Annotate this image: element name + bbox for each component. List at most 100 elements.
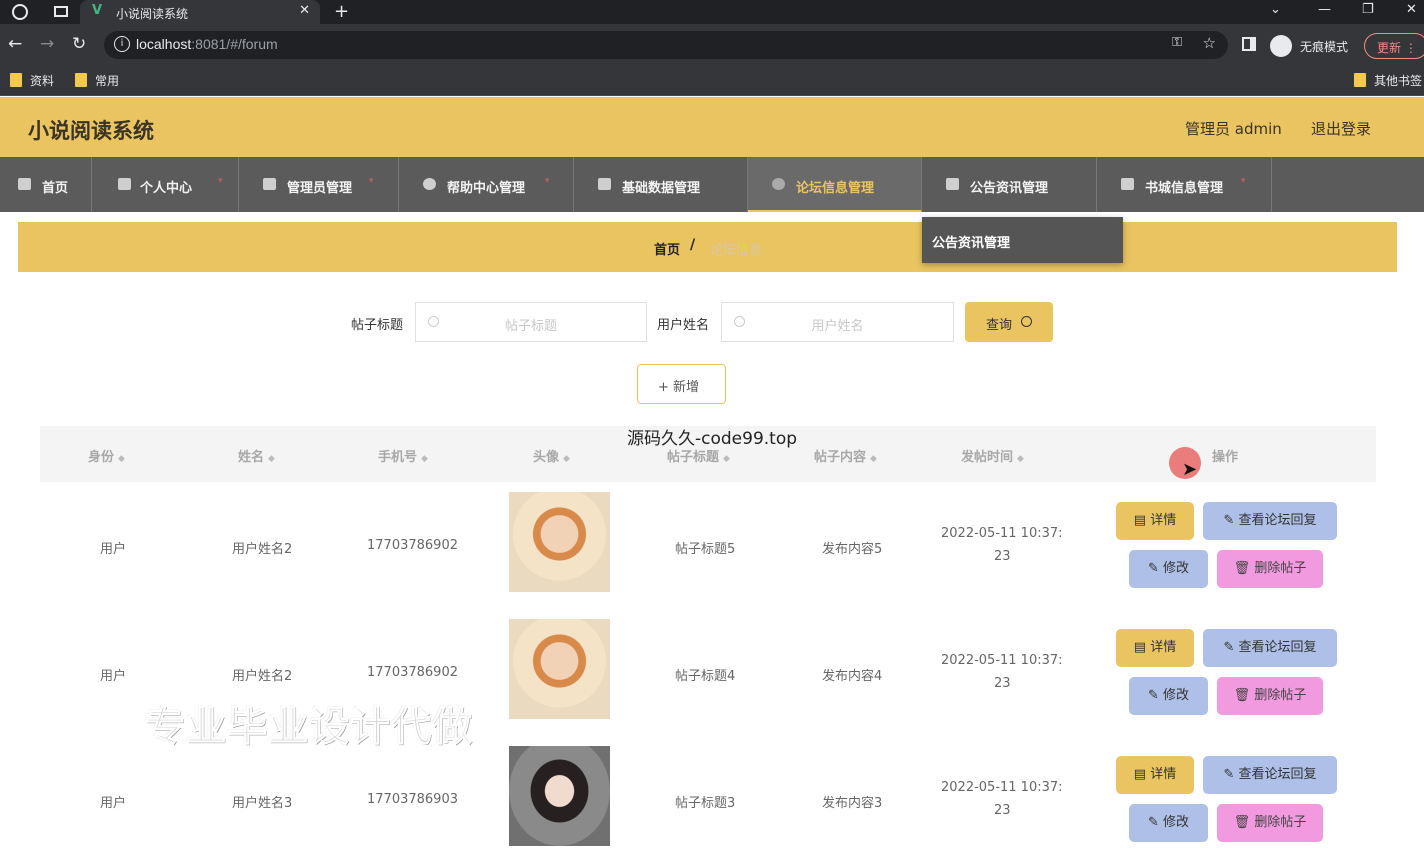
- url-input[interactable]: i localhost:8081/#/forum ⚿ ☆: [104, 31, 1228, 59]
- update-button[interactable]: 更新 ⋮: [1364, 33, 1424, 59]
- sort-icon: ◆: [1017, 454, 1024, 464]
- browser-globe-icon[interactable]: [12, 4, 28, 20]
- edit-button[interactable]: ✎ 修改: [1129, 677, 1208, 715]
- edit-button[interactable]: ✎ 修改: [1129, 550, 1208, 588]
- nav-item-profile[interactable]: 个人中心 ▾: [92, 157, 239, 212]
- nav-item-base-data[interactable]: 基础数据管理: [574, 157, 748, 212]
- forward-icon[interactable]: →: [40, 34, 54, 54]
- nav-item-bookstore[interactable]: 书城信息管理 ▾: [1097, 157, 1272, 212]
- col-post-content[interactable]: 帖子内容 ◆: [814, 446, 877, 465]
- clock-icon: [423, 178, 436, 190]
- sort-icon: ◆: [870, 454, 877, 464]
- window-tab-icon[interactable]: [54, 6, 68, 17]
- user-name-input[interactable]: 用户姓名: [721, 302, 954, 342]
- site-info-icon[interactable]: i: [114, 36, 130, 52]
- tab-close-icon[interactable]: ✕: [299, 3, 310, 18]
- restore-icon[interactable]: ❐: [1362, 2, 1374, 17]
- cell-post-time-sec: 23: [994, 803, 1011, 818]
- mouse-cursor-icon: ➤: [1182, 459, 1198, 480]
- cell-post-time: 2022-05-11 10:37:: [941, 653, 1063, 668]
- view-reply-button[interactable]: ✎ 查看论坛回复: [1203, 502, 1337, 540]
- browser-tab[interactable]: V 小说阅读系统 ✕: [80, 0, 320, 24]
- cell-post-content: 发布内容3: [822, 796, 883, 811]
- bookmark-star-icon[interactable]: ☆: [1203, 34, 1216, 52]
- avatar[interactable]: [509, 746, 610, 846]
- col-name[interactable]: 姓名 ◆: [238, 446, 275, 465]
- search-icon: [1021, 316, 1032, 327]
- post-title-label: 帖子标题: [351, 318, 404, 333]
- cell-phone: 17703786902: [367, 665, 458, 680]
- post-title-input[interactable]: 帖子标题: [415, 302, 647, 342]
- nav-label: 公告资讯管理: [970, 181, 1049, 196]
- nav-item-announcement[interactable]: 公告资讯管理: [922, 157, 1097, 212]
- col-avatar[interactable]: 头像 ◆: [533, 446, 570, 465]
- view-reply-button[interactable]: ✎ 查看论坛回复: [1203, 629, 1337, 667]
- cell-post-time: 2022-05-11 10:37:: [941, 526, 1063, 541]
- sort-icon: ◆: [268, 454, 275, 464]
- user-name-label: 用户姓名: [657, 318, 710, 333]
- new-tab-icon[interactable]: +: [334, 1, 349, 22]
- dropdown-item-announcement[interactable]: 公告资讯管理: [932, 232, 1010, 251]
- reload-icon[interactable]: ↻: [72, 34, 86, 54]
- detail-button[interactable]: ▤ 详情: [1116, 756, 1194, 794]
- cell-post-title: 帖子标题4: [675, 669, 736, 684]
- bookmark-folder-changyong[interactable]: 常用: [75, 72, 119, 89]
- logout-link[interactable]: 退出登录: [1311, 118, 1371, 139]
- other-bookmarks[interactable]: 其他书签: [1354, 72, 1422, 89]
- nav-item-forum[interactable]: 论坛信息管理: [748, 157, 922, 212]
- add-label: + 新增: [658, 380, 700, 395]
- query-button[interactable]: 查询: [965, 302, 1053, 342]
- main-nav: 首页 个人中心 ▾ 管理员管理 ▾ 帮助中心管理 ▾ 基础数据管理 论坛信息管理…: [0, 157, 1424, 212]
- col-post-time[interactable]: 发帖时间 ◆: [961, 446, 1024, 465]
- table-row: 用户 用户姓名3 17703786903 帖子标题3 发布内容3 2022-05…: [40, 736, 1376, 848]
- table-row: 用户 用户姓名2 17703786902 帖子标题5 发布内容5 2022-05…: [40, 482, 1376, 609]
- nav-label: 论坛信息管理: [796, 181, 875, 196]
- delete-button[interactable]: 🗑 删除帖子: [1217, 804, 1323, 842]
- delete-button[interactable]: 🗑 删除帖子: [1217, 677, 1323, 715]
- minimize-icon[interactable]: —: [1318, 2, 1331, 17]
- app-title: 小说阅读系统: [28, 119, 154, 143]
- detail-button[interactable]: ▤ 详情: [1116, 629, 1194, 667]
- monitor-icon: [598, 178, 611, 190]
- breadcrumb-current: 论坛信息: [710, 243, 763, 258]
- back-icon[interactable]: ←: [8, 34, 22, 54]
- cell-post-content: 发布内容5: [822, 542, 883, 557]
- nav-label: 帮助中心管理: [447, 181, 526, 196]
- bookmark-folder-ziliao[interactable]: 资料: [10, 72, 54, 89]
- breadcrumb: 首页 / 论坛信息: [18, 222, 1397, 272]
- sort-icon: ◆: [563, 454, 570, 464]
- nav-item-home[interactable]: 首页: [0, 157, 92, 212]
- tab-search-icon[interactable]: ⌄: [1270, 2, 1281, 17]
- admin-icon: [263, 178, 276, 190]
- nav-label: 个人中心: [140, 181, 193, 196]
- cell-name: 用户姓名3: [232, 796, 293, 811]
- edit-button[interactable]: ✎ 修改: [1129, 804, 1208, 842]
- avatar[interactable]: [509, 492, 610, 592]
- detail-button[interactable]: ▤ 详情: [1116, 502, 1194, 540]
- watermark-big: 专业毕业设计代做: [145, 704, 473, 751]
- url-text: localhost:8081/#/forum: [136, 36, 278, 52]
- view-reply-button[interactable]: ✎ 查看论坛回复: [1203, 756, 1337, 794]
- nav-label: 管理员管理: [287, 181, 353, 196]
- col-phone[interactable]: 手机号 ◆: [378, 446, 428, 465]
- avatar[interactable]: [509, 619, 610, 719]
- nav-item-admin[interactable]: 管理员管理 ▾: [239, 157, 399, 212]
- incognito-icon: [1270, 35, 1292, 57]
- chevron-down-icon: ▾: [369, 176, 374, 186]
- announcement-dropdown: 公告资讯管理: [922, 217, 1123, 263]
- user-icon: [118, 178, 131, 190]
- col-identity[interactable]: 身份 ◆: [88, 446, 125, 465]
- chevron-down-icon: ▾: [545, 176, 550, 186]
- tab-title: 小说阅读系统: [116, 7, 189, 21]
- cell-post-time-sec: 23: [994, 676, 1011, 691]
- watermark-center: 源码久久-code99.top: [627, 429, 798, 449]
- side-panel-icon[interactable]: [1242, 37, 1256, 51]
- browser-tab-strip: V 小说阅读系统 ✕ + ⌄ — ❐ ✕: [0, 0, 1424, 24]
- add-button[interactable]: + 新增: [637, 364, 726, 404]
- breadcrumb-home[interactable]: 首页: [654, 239, 680, 258]
- query-label: 查询: [986, 318, 1013, 333]
- password-key-icon[interactable]: ⚿: [1172, 35, 1182, 50]
- delete-button[interactable]: 🗑 删除帖子: [1217, 550, 1323, 588]
- close-window-icon[interactable]: ✕: [1406, 2, 1417, 17]
- nav-item-help[interactable]: 帮助中心管理 ▾: [399, 157, 574, 212]
